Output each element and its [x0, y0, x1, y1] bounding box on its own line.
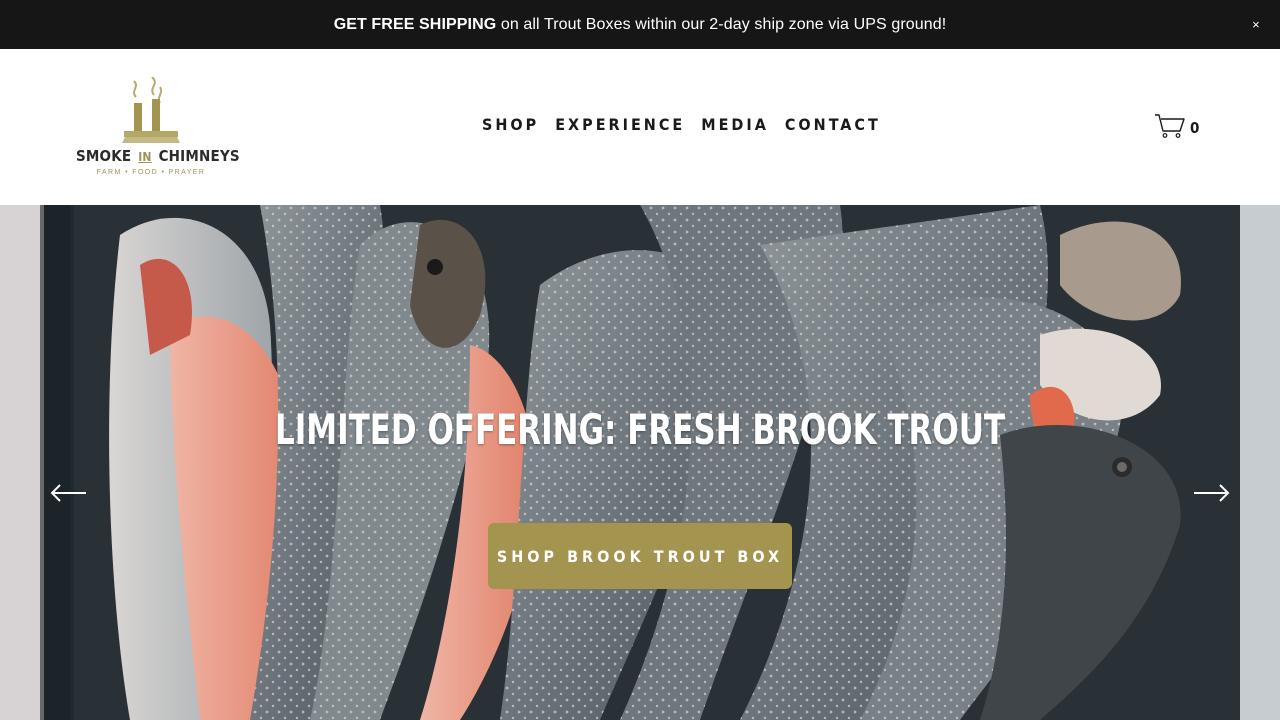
logo-name: SMOKE IN CHIMNEYS	[76, 147, 240, 165]
nav-item-experience[interactable]: EXPERIENCE	[555, 115, 685, 134]
cart-button[interactable]: 0	[1154, 113, 1199, 139]
announcement-text: GET FREE SHIPPING on all Trout Boxes wit…	[334, 16, 947, 34]
announcement-bold-text: GET FREE SHIPPING	[333, 15, 497, 33]
close-icon[interactable]: ×	[1246, 14, 1266, 34]
chimneys-logo-icon	[122, 77, 180, 143]
announcement-body-text: on all Trout Boxes within our 2-day ship…	[496, 15, 947, 33]
cart-icon	[1155, 114, 1185, 138]
site-header: SMOKE IN CHIMNEYS FARM • FOOD • PRAYER S…	[0, 49, 1280, 205]
cart-count: 0	[1190, 119, 1200, 137]
logo-name-right: CHIMNEYS	[158, 147, 240, 165]
nav-item-shop[interactable]: SHOP	[482, 115, 539, 134]
logo[interactable]: SMOKE IN CHIMNEYS FARM • FOOD • PRAYER	[76, 77, 240, 181]
hero-title: LIMITED OFFERING: FRESH BROOK TROUT	[274, 405, 1006, 454]
nav-item-contact[interactable]: CONTACT	[785, 115, 881, 134]
arrow-left-icon[interactable]	[50, 483, 88, 503]
hero-slideshow: LIMITED OFFERING: FRESH BROOK TROUT SHOP…	[0, 205, 1280, 720]
logo-tagline: FARM • FOOD • PRAYER	[96, 169, 206, 176]
logo-name-mid: IN	[138, 150, 152, 164]
shop-brook-trout-box-button[interactable]: SHOP BROOK TROUT BOX	[488, 523, 792, 589]
arrow-right-icon[interactable]	[1192, 483, 1230, 503]
main-nav: SHOP EXPERIENCE MEDIA CONTACT	[482, 115, 881, 134]
announcement-bar: GET FREE SHIPPING on all Trout Boxes wit…	[0, 0, 1280, 49]
hero-image	[0, 205, 1280, 720]
logo-name-left: SMOKE	[76, 147, 132, 165]
nav-item-media[interactable]: MEDIA	[701, 115, 769, 134]
